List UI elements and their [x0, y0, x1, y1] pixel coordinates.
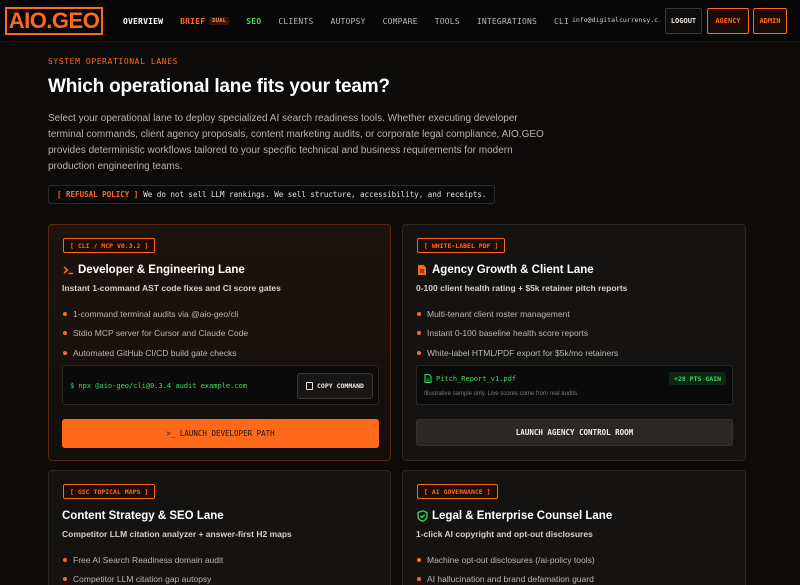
content-lane-card: [ GSC TOPICAL MAPS ] Content Strategy & …	[48, 470, 391, 585]
list-item: 1-command terminal audits via @aio-geo/c…	[62, 304, 248, 324]
card-title: Legal & Enterprise Counsel Lane	[416, 510, 612, 522]
nav-brief[interactable]: BRIEF DUAL	[180, 16, 230, 26]
list-item: White-label HTML/PDF export for $5k/mo r…	[416, 343, 618, 363]
file-icon	[424, 374, 432, 383]
card-title-text: Agency Growth & Client Lane	[432, 264, 594, 276]
list-item: Machine opt-out disclosures (/ai-policy …	[416, 550, 595, 570]
launch-developer-button[interactable]: >_ LAUNCH DEVELOPER PATH	[62, 419, 379, 448]
card-title-text: Legal & Enterprise Counsel Lane	[432, 510, 613, 522]
nav-seo[interactable]: SEO	[246, 17, 261, 26]
list-item: AI hallucination and brand defamation gu…	[416, 570, 595, 585]
nav-tools[interactable]: TOOLS	[435, 17, 460, 26]
bullet-icon	[63, 557, 67, 562]
admin-button[interactable]: ADMIN	[753, 8, 787, 34]
refusal-policy-banner: [ REFUSAL POLICY ] We do not sell LLM ra…	[48, 185, 496, 204]
nav-integrations[interactable]: INTEGRATIONS	[477, 17, 537, 26]
nav-compare[interactable]: COMPARE	[383, 17, 418, 26]
list-item: Free AI Search Readiness domain audit	[62, 550, 223, 570]
nav-brief-label: BRIEF	[180, 16, 206, 26]
nav-clients[interactable]: CLIENTS	[278, 17, 313, 26]
copy-command-button[interactable]: COPY COMMAND	[297, 373, 373, 399]
card-title-text: Developer & Engineering Lane	[78, 264, 245, 276]
terminal-icon	[62, 264, 74, 276]
card-subtitle: 0-100 client health rating + $5k retaine…	[416, 283, 628, 293]
shield-check-icon	[416, 510, 428, 522]
card-title-text: Content Strategy & SEO Lane	[62, 510, 224, 522]
section-eyebrow: SYSTEM OPERATIONAL LANES	[48, 57, 178, 66]
nav-overview[interactable]: OVERVIEW	[123, 17, 163, 26]
feature-list: Free AI Search Readiness domain audit Co…	[62, 550, 223, 585]
sample-note: Illustrative sample only. Live scores co…	[424, 391, 579, 397]
agency-button[interactable]: AGENCY	[707, 8, 749, 34]
card-title: Developer & Engineering Lane	[62, 264, 245, 276]
legal-lane-card: [ AI GOVERNANCE ] Legal & Enterprise Cou…	[402, 470, 746, 585]
feature-text: Free AI Search Readiness domain audit	[73, 554, 224, 565]
card-title: Agency Growth & Client Lane	[416, 264, 594, 276]
list-item: Competitor LLM citation gap autopsy	[62, 570, 223, 585]
page-lead: Select your operational lane to deploy s…	[48, 113, 544, 172]
policy-text: We do not sell LLM rankings. We sell str…	[143, 190, 487, 199]
agency-lane-card: [ WHITE-LABEL PDF ] Agency Growth & Clie…	[402, 224, 746, 461]
list-item: Stdio MCP server for Cursor and Claude C…	[62, 324, 248, 344]
launch-agency-button[interactable]: LAUNCH AGENCY CONTROL ROOM	[416, 419, 733, 446]
bullet-icon	[417, 331, 421, 336]
feature-text: 1-command terminal audits via @aio-geo/c…	[73, 308, 239, 319]
nav-autopsy[interactable]: AUTOPSY	[330, 17, 365, 26]
bullet-icon	[417, 557, 421, 562]
card-subtitle: Competitor LLM citation analyzer + answe…	[62, 529, 292, 539]
list-item: Multi-tenant client roster management	[416, 304, 618, 324]
feature-text: AI hallucination and brand defamation gu…	[427, 574, 594, 585]
policy-tag: [ REFUSAL POLICY ]	[57, 190, 139, 199]
feature-text: Competitor LLM citation gap autopsy	[73, 574, 212, 585]
copy-label: COPY COMMAND	[317, 382, 364, 390]
card-subtitle: Instant 1-command AST code fixes and CI …	[62, 283, 281, 293]
report-file[interactable]: Pitch_Report_v1.pdf	[424, 374, 516, 383]
card-title: Content Strategy & SEO Lane	[62, 510, 224, 522]
page-title: Which operational lane fits your team?	[48, 76, 390, 97]
feature-text: White-label HTML/PDF export for $5k/mo r…	[427, 347, 619, 358]
feature-list: 1-command terminal audits via @aio-geo/c…	[62, 304, 248, 363]
report-filename: Pitch_Report_v1.pdf	[436, 374, 517, 383]
bullet-icon	[417, 311, 421, 316]
card-subtitle: 1-click AI copyright and opt-out disclos…	[416, 529, 593, 539]
nav-links: OVERVIEW BRIEF DUAL SEO CLIENTS AUTOPSY C…	[123, 0, 586, 42]
developer-lane-card: [ CLI / MCP V0.3.2 ] Developer & Enginee…	[48, 224, 391, 461]
nav-cli[interactable]: CLI	[554, 17, 569, 26]
bullet-icon	[417, 577, 421, 582]
command-box: $ npx @aio-geo/cli@0.3.4 audit example.c…	[62, 365, 379, 405]
feature-list: Multi-tenant client roster management In…	[416, 304, 618, 363]
document-icon	[416, 264, 428, 276]
list-item: Instant 0-100 baseline health score repo…	[416, 324, 618, 344]
cli-mcp-badge: [ CLI / MCP V0.3.2 ]	[63, 238, 156, 253]
score-gain-badge: +28 PTS GAIN	[669, 372, 726, 385]
logout-button[interactable]: LOGOUT	[665, 8, 702, 34]
bullet-icon	[63, 311, 67, 316]
top-nav: AIO.GEO OVERVIEW BRIEF DUAL SEO CLIENTS A…	[0, 0, 800, 42]
bullet-icon	[63, 331, 67, 336]
feature-text: Machine opt-out disclosures (/ai-policy …	[427, 554, 595, 565]
pitch-report-preview: Pitch_Report_v1.pdf +28 PTS GAIN Illustr…	[416, 365, 733, 405]
dual-badge: DUAL	[209, 17, 230, 25]
ai-governance-badge: [ AI GOVERNANCE ]	[417, 484, 498, 499]
feature-list: Machine opt-out disclosures (/ai-policy …	[416, 550, 595, 585]
gsc-badge: [ GSC TOPICAL MAPS ]	[63, 484, 156, 499]
feature-text: Stdio MCP server for Cursor and Claude C…	[73, 328, 249, 339]
feature-text: Instant 0-100 baseline health score repo…	[427, 328, 589, 339]
list-item: Automated GitHub CI/CD build gate checks	[62, 343, 248, 363]
bullet-icon	[63, 577, 67, 582]
bullet-icon	[63, 350, 67, 355]
logo[interactable]: AIO.GEO	[5, 7, 103, 35]
white-label-badge: [ WHITE-LABEL PDF ]	[417, 238, 506, 253]
bullet-icon	[417, 350, 421, 355]
copy-icon	[306, 382, 314, 390]
feature-text: Multi-tenant client roster management	[427, 308, 570, 319]
cli-command[interactable]: $ npx @aio-geo/cli@0.3.4 audit example.c…	[70, 382, 247, 390]
user-email: info@digitalcurrensy.c...	[572, 16, 660, 24]
feature-text: Automated GitHub CI/CD build gate checks	[73, 347, 237, 358]
